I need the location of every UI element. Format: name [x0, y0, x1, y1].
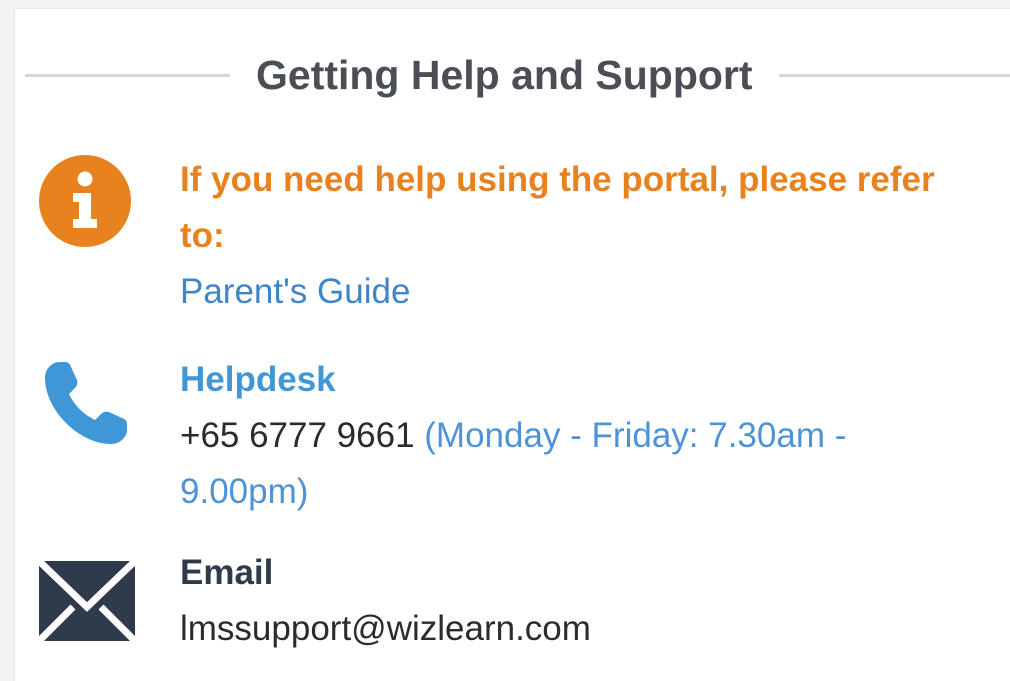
email-label: Email	[180, 553, 274, 592]
help-item: If you need help using the portal, pleas…	[39, 155, 980, 320]
section-title: Getting Help and Support	[256, 52, 753, 98]
info-icon	[39, 155, 131, 247]
heading-divider-right	[778, 73, 1010, 77]
email-address[interactable]: lmssupport@wizlearn.com	[180, 601, 980, 657]
heading-divider-left	[25, 73, 230, 77]
helpdesk-label: Helpdesk	[180, 360, 336, 399]
support-panel: Getting Help and Support If you need hel…	[14, 8, 1010, 681]
parents-guide-link[interactable]: Parent's Guide	[180, 272, 410, 311]
helpdesk-item: Helpdesk +65 6777 9661 (Monday - Friday:…	[39, 354, 980, 520]
help-message: If you need help using the portal, pleas…	[180, 160, 935, 255]
phone-icon	[45, 362, 127, 444]
envelope-icon	[39, 561, 135, 641]
helpdesk-phone: +65 6777 9661	[180, 416, 415, 455]
section-heading: Getting Help and Support	[25, 53, 1010, 97]
email-item: Email lmssupport@wizlearn.com	[39, 553, 980, 657]
